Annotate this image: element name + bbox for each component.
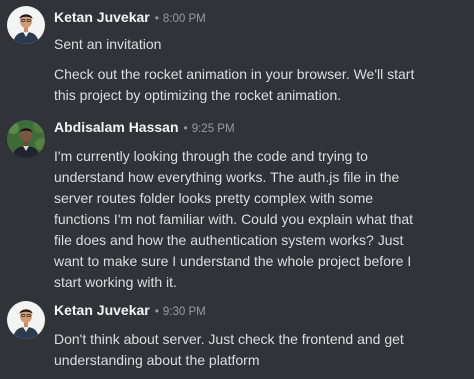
message-text: this project by optimizing the rocket an… (54, 87, 342, 103)
separator-dot: • (154, 304, 159, 318)
message-header: Ketan Juvekar • 8:00 PM (54, 9, 206, 29)
user-avatar-ketan[interactable] (7, 301, 45, 339)
message-text: understanding about the platform (54, 352, 260, 368)
author-name[interactable]: Ketan Juvekar (54, 9, 150, 25)
message-header: Abdisalam Hassan • 9:25 PM (54, 119, 235, 139)
author-name[interactable]: Ketan Juvekar (54, 302, 150, 318)
message-text: Don't think about server. Just check the… (54, 331, 404, 347)
message-header: Ketan Juvekar • 9:30 PM (54, 302, 206, 322)
message-text: I'm currently looking through the code a… (54, 148, 368, 164)
timestamp[interactable]: 9:25 PM (192, 123, 235, 135)
user-avatar-ketan[interactable] (7, 6, 45, 44)
message-text: start working with it. (54, 274, 177, 290)
separator-dot: • (183, 121, 188, 135)
separator-dot: • (154, 11, 159, 25)
user-avatar-abdisalam[interactable] (7, 120, 45, 158)
timestamp[interactable]: 9:30 PM (163, 306, 206, 318)
message-text: functions I'm not familiar with. Could y… (54, 211, 414, 227)
author-name[interactable]: Abdisalam Hassan (54, 119, 179, 135)
message-text: understand how everything works. The aut… (54, 169, 400, 185)
message-text: server routes folder looks pretty comple… (54, 190, 374, 206)
message-text: want to make sure I understand the whole… (54, 253, 412, 269)
timestamp[interactable]: 8:00 PM (163, 13, 206, 25)
message-text: file does and how the authentication sys… (54, 232, 404, 248)
message-text: Sent an invitation (54, 36, 162, 52)
message-text: Check out the rocket animation in your b… (54, 66, 415, 82)
